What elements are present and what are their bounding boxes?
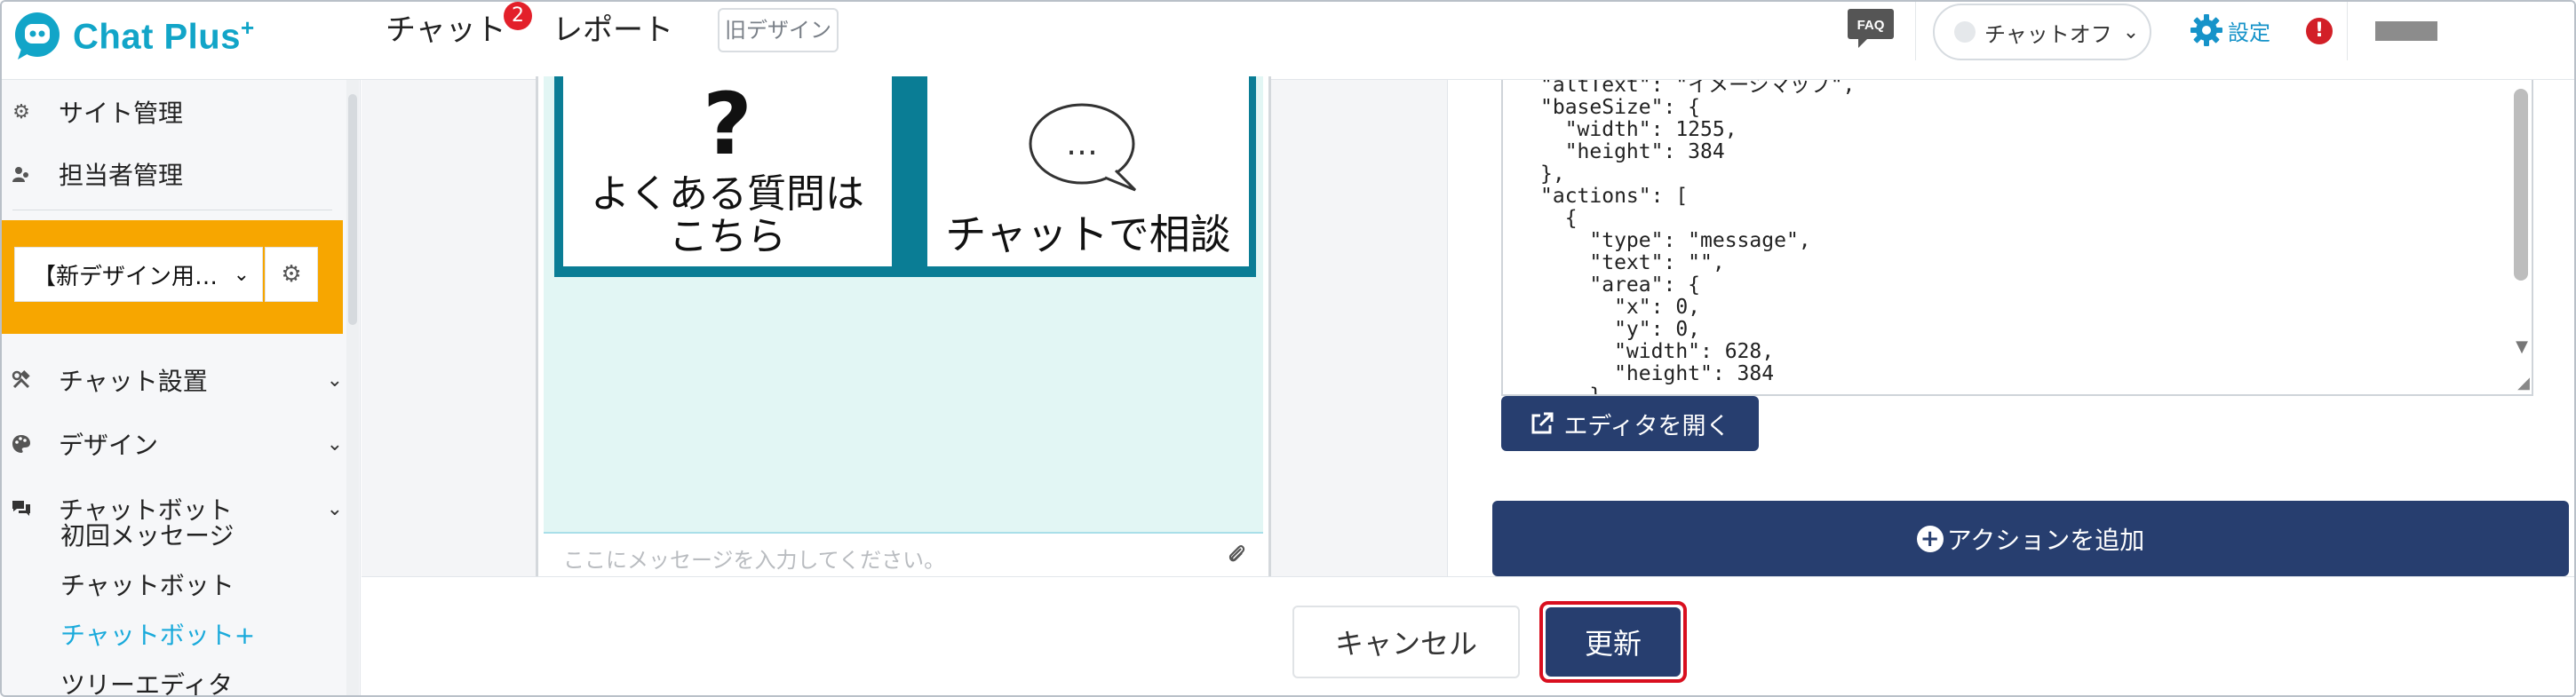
cancel-button[interactable]: キャンセル [1292,606,1520,678]
logo[interactable]: Chat Plus+ [12,9,255,62]
settings-panel: "altText": "イメージマップ", "baseSize": { "widt… [1447,80,2574,576]
json-line: "type": "message", [1540,229,1811,252]
alert-icon[interactable]: ! [2306,18,2333,44]
notification-badge: 2 [504,2,532,30]
site-selector-panel: 【新デザイン用… ⌄ ⚙ [2,220,343,334]
sidebar-subitem-chatbot[interactable]: チャットボット [60,566,235,602]
app-window: Chat Plus+ チャット 2 レポート 旧デザイン FAQ チャットオフ … [0,0,2576,697]
sidebar: ⚙ サイト管理 担当者管理 【新デザイン用… ⌄ ⚙ チャット設置 ⌄ デザイン… [2,80,361,695]
tools-icon [11,369,32,391]
nav-report[interactable]: レポート [553,11,673,50]
json-content: "altText": "イメージマップ", "baseSize": { "widt… [1540,80,1856,396]
chat-status-dropdown[interactable]: チャットオフ ⌄ [1933,4,2151,60]
chevron-down-icon: ⌄ [2122,20,2140,44]
open-editor-button[interactable]: エディタを開く [1501,396,1759,451]
add-action-button[interactable]: + アクションを追加 [1492,501,2569,576]
sidebar-item-chat-install[interactable]: チャット設置 ⌄ [2,353,361,407]
settings-label: 設定 [2228,20,2270,45]
site-settings-gear-icon[interactable]: ⚙ [265,247,318,302]
gear-icon [2190,14,2222,46]
nav-chat[interactable]: チャット [386,11,506,50]
json-line: "altText": "イメージマップ", [1540,80,1856,97]
sidebar-item-staff-management[interactable]: 担当者管理 [2,147,361,201]
message-input-placeholder: ここにメッセージを入力してください。 [563,548,946,573]
sidebar-item-label: チャット設置 [59,367,208,396]
external-link-icon [1531,412,1554,434]
palette-icon [11,433,32,455]
json-line: "y": 0, [1540,318,1701,341]
status-dot-icon [1954,21,1976,43]
sidebar-item-design[interactable]: デザイン ⌄ [2,417,361,471]
imagemap-preview: ? よくある質問は こちら … チャットで相談 [554,76,1256,277]
faq-text-line: よくある質問は [591,171,864,217]
old-design-button[interactable]: 旧デザイン [718,8,839,52]
json-line: "width": 1255, [1540,118,1737,141]
add-action-label: アクションを追加 [1946,525,2145,555]
json-line: "height": 384 [1540,140,1725,163]
chevron-down-icon: ⌄ [326,368,343,392]
chat-preview-messages: ? よくある質問は こちら … チャットで相談 [544,76,1263,532]
json-line: "text": "", [1540,251,1725,274]
site-select-dropdown[interactable]: 【新デザイン用… ⌄ [14,247,263,302]
imagemap-area-consult[interactable]: … チャットで相談 [927,76,1249,266]
gear-icon: ⚙ [12,100,30,123]
open-editor-label: エディタを開く [1563,412,1730,440]
json-line: "height": 384 [1540,362,1775,385]
chatplus-logo-icon [15,12,60,59]
sidebar-item-site-management[interactable]: ⚙ サイト管理 [2,85,361,139]
chevron-down-icon: ⌄ [326,432,343,455]
json-line: }, [1540,162,1565,186]
top-header: Chat Plus+ チャット 2 レポート 旧デザイン FAQ チャットオフ … [2,2,2574,80]
message-input[interactable]: ここにメッセージを入力してください。 [544,532,1263,576]
sidebar-subitem-first-message[interactable]: 初回メッセージ [60,517,234,552]
user-name-redacted[interactable] [2375,21,2437,41]
json-line: "actions": [ [1540,185,1689,208]
chat-bubbles-icon [11,498,32,519]
sidebar-subitem-chatbot-plus[interactable]: チャットボット+ [60,616,255,652]
sidebar-item-label: サイト管理 [59,99,184,128]
chat-status-label: チャットオフ [1984,21,2112,47]
json-line: "baseSize": { [1540,96,1701,119]
json-line: "x": 0, [1540,296,1701,319]
svg-text:FAQ: FAQ [1857,18,1885,33]
paperclip-icon[interactable] [1226,543,1247,572]
json-line: "area": { [1540,273,1701,297]
chevron-down-icon: ⌄ [233,263,250,286]
site-select-value: 【新デザイン用… [33,263,219,290]
sidebar-item-label: 担当者管理 [59,161,184,190]
sidebar-subitem-tree-editor[interactable]: ツリーエディタ [60,666,233,695]
json-line: } [1540,384,1602,396]
faq-text-line: こちら [669,214,786,259]
speech-bubble-icon: … [1029,103,1137,192]
sidebar-item-label: デザイン [59,431,159,460]
json-textarea[interactable]: "altText": "イメージマップ", "baseSize": { "widt… [1501,80,2533,396]
header-divider [2347,2,2348,60]
plus-circle-icon: + [1916,525,1944,552]
footer-actions: キャンセル 更新 [362,576,2574,695]
json-scrollbar-thumb[interactable] [2514,89,2528,281]
update-button[interactable]: 更新 [1546,607,1681,677]
resize-handle-icon[interactable]: ◢ [2517,374,2530,392]
header-divider [1915,2,1916,60]
users-icon [11,163,32,185]
sidebar-scrollbar-thumb[interactable] [348,94,357,325]
chevron-down-icon: ⌄ [326,497,343,520]
json-line: "width": 628, [1540,340,1775,363]
main-content: ? よくある質問は こちら … チャットで相談 ここにメッセージを入力してくださ… [362,76,2574,576]
brand-name: Chat Plus+ [73,13,255,57]
scroll-down-arrow-icon[interactable]: ▼ [2516,337,2528,356]
consult-text: チャットで相談 [945,210,1231,258]
chat-preview: ? よくある質問は こちら … チャットで相談 ここにメッセージを入力してくださ… [536,76,1271,576]
faq-icon[interactable]: FAQ [1846,7,1896,50]
question-mark-icon: ? [703,75,752,174]
imagemap-area-faq[interactable]: ? よくある質問は こちら [563,76,892,266]
json-line: { [1540,207,1578,230]
svg-text:…: … [1066,126,1098,162]
settings-button[interactable]: 設定 [2189,12,2270,48]
